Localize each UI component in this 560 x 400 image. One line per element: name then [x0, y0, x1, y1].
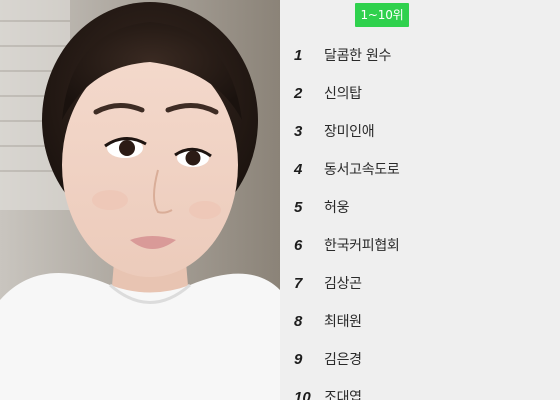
- rank-keyword[interactable]: 김상곤: [324, 273, 362, 293]
- rank-number: 7: [294, 274, 303, 292]
- rank-keyword[interactable]: 김은경: [324, 349, 362, 369]
- rank-number: 5: [294, 198, 303, 216]
- list-item[interactable]: 10 조대엽: [280, 378, 560, 400]
- rank-keyword[interactable]: 최태원: [324, 311, 362, 331]
- rank-keyword[interactable]: 동서고속도로: [324, 159, 400, 179]
- list-item[interactable]: 7 김상곤: [280, 264, 560, 302]
- list-item[interactable]: 9 김은경: [280, 340, 560, 378]
- list-item[interactable]: 4 동서고속도로: [280, 150, 560, 188]
- rank-number: 3: [294, 122, 303, 140]
- rank-number: 1: [294, 46, 303, 64]
- ranking-list: 1 달콤한 원수 2 신의탑 3 장미인애 4 동서고속도로 5 허웅 6 한국…: [280, 36, 560, 400]
- list-item[interactable]: 2 신의탑: [280, 74, 560, 112]
- list-item[interactable]: 5 허웅: [280, 188, 560, 226]
- rank-number: 6: [294, 236, 303, 254]
- rank-keyword[interactable]: 허웅: [324, 197, 349, 217]
- rank-number: 10: [294, 388, 311, 400]
- rank-keyword[interactable]: 달콤한 원수: [324, 45, 391, 65]
- rank-keyword[interactable]: 한국커피협회: [324, 235, 400, 255]
- list-item[interactable]: 1 달콤한 원수: [280, 36, 560, 74]
- rank-number: 8: [294, 312, 303, 330]
- rank-number: 2: [294, 84, 303, 102]
- rank-keyword[interactable]: 장미인애: [324, 121, 375, 141]
- range-badge[interactable]: 1~10위: [355, 3, 409, 27]
- portrait-illustration: [0, 0, 280, 400]
- list-item[interactable]: 6 한국커피협회: [280, 226, 560, 264]
- rank-number: 9: [294, 350, 303, 368]
- rank-keyword[interactable]: 신의탑: [324, 83, 362, 103]
- rank-keyword[interactable]: 조대엽: [324, 387, 362, 400]
- screen: 1~10위 1 달콤한 원수 2 신의탑 3 장미인애 4 동서고속도로 5 허…: [0, 0, 560, 400]
- portrait-photo: [0, 0, 280, 400]
- ranking-panel: 1~10위 1 달콤한 원수 2 신의탑 3 장미인애 4 동서고속도로 5 허…: [280, 0, 560, 400]
- list-item[interactable]: 8 최태원: [280, 302, 560, 340]
- list-item[interactable]: 3 장미인애: [280, 112, 560, 150]
- rank-number: 4: [294, 160, 303, 178]
